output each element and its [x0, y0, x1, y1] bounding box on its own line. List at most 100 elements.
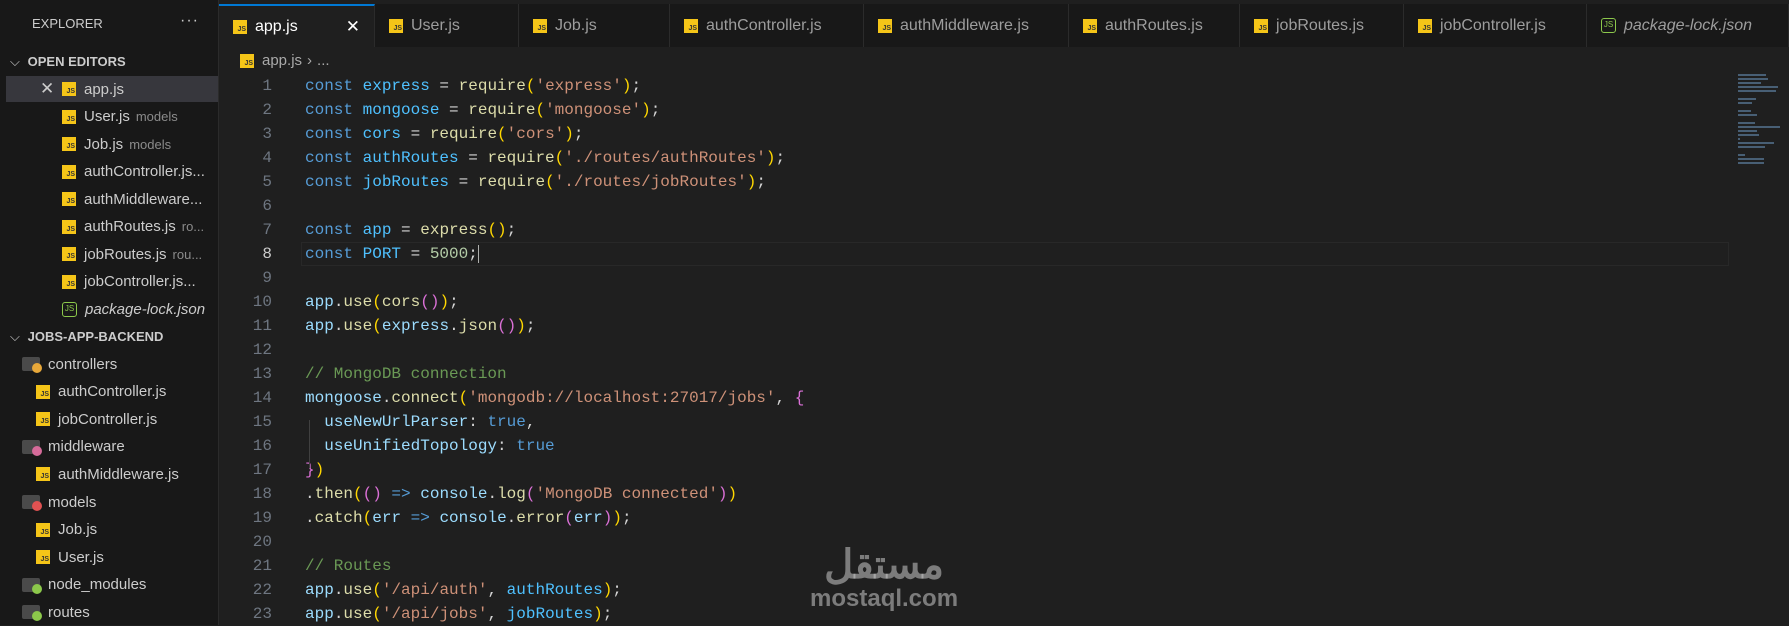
open-editor-item[interactable]: JS authMiddleware... [6, 186, 218, 212]
tab-package-lock-json[interactable]: JS package-lock.json [1587, 4, 1789, 47]
code-line[interactable]: 21 // Routes [219, 554, 1729, 578]
line-content: const PORT = 5000; [305, 242, 479, 266]
tab-authcontroller-js[interactable]: JS authController.js [670, 4, 864, 47]
code-line[interactable]: 12 [219, 338, 1729, 362]
code-line[interactable]: 23 app.use('/api/jobs', jobRoutes); [219, 602, 1729, 626]
more-actions-icon[interactable]: ··· [180, 12, 199, 30]
code-line[interactable]: 1 const express = require('express'); [219, 74, 1729, 98]
project-header[interactable]: ⌵ JOBS-APP-BACKEND [10, 329, 163, 345]
code-line[interactable]: 16 useUnifiedTopology: true [219, 434, 1729, 458]
code-token: 'cors' [506, 125, 565, 143]
code-line[interactable]: 5 const jobRoutes = require('./routes/job… [219, 170, 1729, 194]
code-token: authRoutes [506, 581, 603, 599]
code-line[interactable]: 11 app.use(express.json()); [219, 314, 1729, 338]
code-line[interactable]: 19 .catch(err => console.error(err)); [219, 506, 1729, 530]
code-line[interactable]: 9 [219, 266, 1729, 290]
code-line[interactable]: 18 .then(() => console.log('MongoDB conne… [219, 482, 1729, 506]
open-editor-item[interactable]: JS Job.js models [6, 131, 218, 157]
open-editor-item[interactable]: JS jobController.js... [6, 269, 218, 295]
code-token: useNewUrlParser [324, 413, 469, 431]
tab-job-js[interactable]: JS Job.js [519, 4, 670, 47]
code-line[interactable]: 15 useNewUrlParser: true, [219, 410, 1729, 434]
open-editor-item[interactable]: JS jobRoutes.js rou... [6, 241, 218, 267]
tab-app-js[interactable]: JS app.js ✕ [219, 4, 375, 47]
minimap[interactable] [1738, 74, 1784, 164]
open-editor-item[interactable]: ✕ JS app.js [6, 76, 218, 102]
tree-item-label: Job.js [58, 521, 98, 539]
code-token: authRoutes [362, 149, 459, 167]
code-line[interactable]: 3 const cors = require('cors'); [219, 122, 1729, 146]
code-line[interactable]: 14 mongoose.connect('mongodb://localhost:… [219, 386, 1729, 410]
js-file-icon: JS [1254, 18, 1268, 33]
tree-item-label: authController.js [58, 383, 167, 401]
code-line[interactable]: 2 const mongoose = require('mongoose'); [219, 98, 1729, 122]
code-token: ( [372, 293, 382, 311]
js-file-icon: JS [36, 522, 50, 537]
minimap-line [1738, 146, 1766, 148]
breadcrumb-symbols[interactable]: ... [317, 52, 330, 69]
watermark-latin: mostaql.com [810, 585, 959, 612]
folder-item[interactable]: controllers [6, 351, 218, 377]
open-editor-item[interactable]: JS package-lock.json [6, 296, 218, 322]
js-file-icon: JS [233, 19, 247, 34]
code-token: PORT [362, 245, 402, 263]
code-line[interactable]: 17}) [219, 458, 1729, 482]
line-content: // Routes [305, 554, 391, 578]
code-line[interactable]: 4 const authRoutes = require('./routes/au… [219, 146, 1729, 170]
code-token: . [333, 293, 344, 311]
open-editor-item[interactable]: JS User.js models [6, 104, 218, 130]
tab-label: Job.js [555, 16, 597, 34]
close-icon[interactable]: ✕ [346, 17, 360, 37]
code-line[interactable]: 10 app.use(cors()); [219, 290, 1729, 314]
code-token: : [497, 437, 517, 455]
tab-authmiddleware-js[interactable]: JS authMiddleware.js [864, 4, 1069, 47]
line-content: const express = require('express'); [305, 74, 641, 98]
file-item[interactable]: JS Job.js [6, 517, 218, 543]
line-number: 10 [252, 293, 272, 311]
code-line[interactable]: 7 const app = express(); [219, 218, 1729, 242]
open-editor-item[interactable]: JS authRoutes.js ro... [6, 214, 218, 240]
file-item[interactable]: JS jobController.js [6, 406, 218, 432]
code-token: ; [631, 77, 642, 95]
tab-jobroutes-js[interactable]: JS jobRoutes.js [1240, 4, 1404, 47]
tab-label: app.js [255, 17, 298, 35]
folder-icon [22, 439, 42, 456]
code-token: ; [468, 245, 478, 263]
code-token: = [449, 173, 478, 191]
code-line[interactable]: 6 [219, 194, 1729, 218]
tab-user-js[interactable]: JS User.js [375, 4, 519, 47]
file-item[interactable]: JS authController.js [6, 379, 218, 405]
code-token: ( [545, 173, 555, 191]
line-content: const app = express(); [305, 218, 516, 242]
code-line[interactable]: 13 // MongoDB connection [219, 362, 1729, 386]
file-item[interactable]: JS authMiddleware.js [6, 461, 218, 487]
folder-item[interactable]: middleware [6, 434, 218, 460]
file-item[interactable]: JS User.js [6, 544, 218, 570]
open-editor-name: package-lock.json [85, 300, 206, 318]
code-line[interactable]: 8 const PORT = 5000; [219, 242, 1729, 266]
code-token: , [775, 389, 795, 407]
close-icon[interactable]: ✕ [40, 79, 54, 99]
tab-authroutes-js[interactable]: JS authRoutes.js [1069, 4, 1240, 47]
line-number: 5 [262, 173, 272, 191]
open-editors-header[interactable]: ⌵ OPEN EDITORS [10, 54, 126, 70]
folder-item[interactable]: routes [6, 599, 218, 625]
tab-label: authController.js [706, 16, 822, 34]
code-line[interactable]: 22 app.use('/api/auth', authRoutes); [219, 578, 1729, 602]
code-token: const [305, 149, 363, 167]
code-token: ) [564, 125, 574, 143]
js-file-icon: JS [1083, 18, 1097, 33]
tab-jobcontroller-js[interactable]: JS jobController.js [1404, 4, 1587, 47]
code-token: ) [516, 317, 526, 335]
folder-item[interactable]: node_modules [6, 572, 218, 598]
folder-item[interactable]: models [6, 489, 218, 515]
breadcrumb-file[interactable]: app.js [262, 52, 302, 69]
tree-item-label: routes [48, 603, 90, 621]
editor-tabs: JS app.js ✕ JS User.js JS Job.js JS authControll… [219, 4, 1789, 47]
open-editor-item[interactable]: JS authController.js... [6, 159, 218, 185]
code-line[interactable]: 20 [219, 530, 1729, 554]
code-token: ( [372, 317, 382, 335]
tree-item-label: middleware [48, 438, 125, 456]
